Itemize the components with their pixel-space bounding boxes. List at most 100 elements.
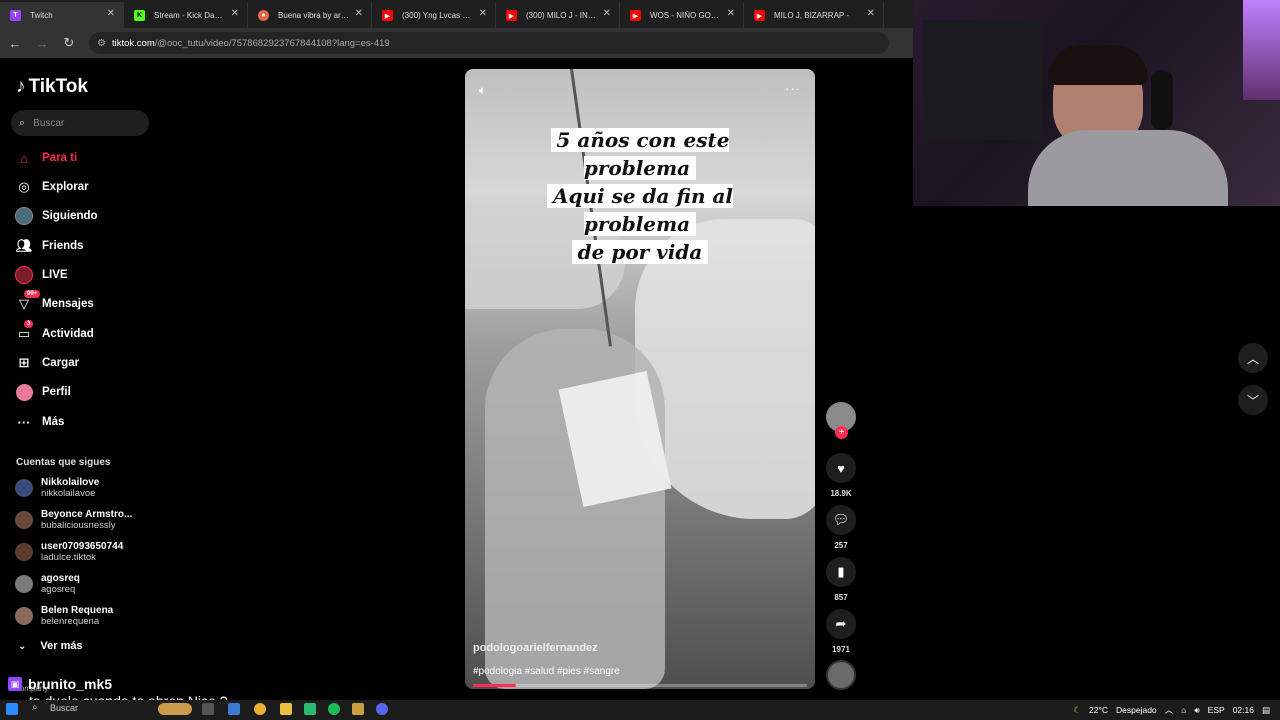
taskbar-search-input[interactable]: Buscar xyxy=(50,703,78,713)
sidebar-item-label: Perfil xyxy=(42,386,71,398)
account-handle: agosreq xyxy=(41,584,76,595)
spotify-icon[interactable] xyxy=(328,703,340,715)
sidebar-item-para-ti[interactable]: ⌂ Para ti xyxy=(14,147,77,169)
account-name: Belen Requena xyxy=(41,605,114,616)
forward-icon[interactable]: → xyxy=(30,31,54,55)
caption-line: de por vida xyxy=(571,240,709,264)
app-icon[interactable] xyxy=(304,703,316,715)
sidebar-item-cargar[interactable]: ⊞ Cargar xyxy=(14,352,80,374)
reload-icon[interactable]: ↻ xyxy=(57,31,81,55)
comment-button[interactable]: 💬︎ 257 xyxy=(826,505,856,550)
comment-count: 257 xyxy=(834,541,848,550)
volume-tray-icon[interactable]: 🔊︎ xyxy=(1194,705,1199,716)
following-account[interactable]: Beyonce Armstro... bubaliciousnessly xyxy=(15,509,132,531)
system-tray: ☾ 22°C Despejado ︿ ⌂ 🔊︎ ESP 02:16 ▤ xyxy=(1065,700,1270,720)
account-handle: bubaliciousnessly xyxy=(41,520,116,531)
close-tab-icon[interactable]: ✕ xyxy=(355,8,363,19)
heart-icon: ♥ xyxy=(826,453,856,483)
author-avatar-button[interactable]: + xyxy=(826,402,856,439)
browser-tab[interactable]: ● Buena vibra by arturo ✕ xyxy=(248,2,372,28)
account-name: Beyonce Armstro... xyxy=(41,509,133,520)
browser-tab[interactable]: ▶ (300) Yng Lvcas & Pe ✕ xyxy=(372,2,496,28)
more-options-icon[interactable]: ··· xyxy=(785,81,801,96)
video-hashtags[interactable]: #podologia #salud #pies #sangre xyxy=(473,666,620,677)
following-account[interactable]: user07093650744 ladulce.tiktok xyxy=(15,541,123,563)
clock[interactable]: 02:16 xyxy=(1233,705,1254,715)
activity-icon: ▭ 3 xyxy=(14,320,34,344)
url-domain: tiktok.com xyxy=(111,37,155,49)
close-tab-icon[interactable]: ✕ xyxy=(107,8,115,19)
sidebar-item-siguiendo[interactable]: Siguiendo xyxy=(14,205,98,227)
network-icon[interactable]: ⌂ xyxy=(1181,705,1186,715)
following-account[interactable]: agosreq agosreq xyxy=(15,573,80,595)
friends-icon: 👥︎ xyxy=(15,238,33,253)
notifications-icon[interactable]: ▤ xyxy=(1262,705,1270,716)
search-input[interactable]: ⌕ Buscar xyxy=(11,110,149,136)
following-account[interactable]: Belen Requena belenrequena xyxy=(15,605,113,627)
sidebar-item-mensajes[interactable]: ▽ 99+ Mensajes xyxy=(14,290,94,315)
file-explorer-icon[interactable] xyxy=(280,703,292,715)
download-icon[interactable] xyxy=(352,703,364,715)
browser-tab[interactable]: ▶ WOS - NIÑO GORDO ✕ xyxy=(620,2,744,28)
store-icon[interactable] xyxy=(228,703,240,715)
music-disc-icon xyxy=(826,660,856,690)
sidebar-item-friends[interactable]: 👥︎ Friends xyxy=(14,235,84,257)
video-progress-bar[interactable] xyxy=(473,684,807,687)
see-more-button[interactable]: ⌄ Ver más xyxy=(18,640,83,652)
tab-title: (300) MILO J - INTRO xyxy=(526,10,597,20)
sidebar-item-perfil[interactable]: Perfil xyxy=(14,381,71,403)
twitch-icon: ▣ xyxy=(8,677,22,691)
browser-tab[interactable]: ▶ MILO J, BIZARRAP - ✕ xyxy=(744,2,884,28)
close-tab-icon[interactable]: ✕ xyxy=(603,8,611,19)
logo-text: TikTok xyxy=(28,76,88,97)
following-account[interactable]: Nikkolailove nikkolailavoe xyxy=(15,477,99,499)
upload-icon: ⊞ xyxy=(18,355,30,370)
sidebar-item-actividad[interactable]: ▭ 3 Actividad xyxy=(14,320,94,345)
following-avatar-icon xyxy=(14,206,34,226)
avatar xyxy=(15,479,33,497)
search-icon: ⌕ xyxy=(19,116,26,129)
share-count: 1971 xyxy=(832,645,850,654)
close-tab-icon[interactable]: ✕ xyxy=(727,8,735,19)
caption-line: 5 años con este problema xyxy=(550,128,730,180)
weather-temp[interactable]: 22°C xyxy=(1089,705,1108,715)
account-handle: nikkolailavoe xyxy=(41,488,96,499)
url-field[interactable]: ⚙ tiktok.com/@ooc_tutu/video/75786829237… xyxy=(89,32,889,54)
taskbar-search-icon[interactable]: ⌕ xyxy=(32,702,44,714)
music-tab-icon: ● xyxy=(258,10,269,21)
back-icon[interactable]: ← xyxy=(3,31,27,55)
widgets-icon[interactable] xyxy=(158,703,192,715)
site-info-icon[interactable]: ⚙ xyxy=(97,38,106,49)
task-view-icon[interactable] xyxy=(202,703,214,715)
next-video-button[interactable]: ﹀ xyxy=(1238,385,1268,415)
discord-icon[interactable] xyxy=(376,703,388,715)
account-name: user07093650744 xyxy=(41,541,124,552)
sidebar-item-explorar[interactable]: ◎ Explorar xyxy=(14,176,88,198)
language-indicator[interactable]: ESP xyxy=(1208,705,1225,715)
chrome-icon[interactable] xyxy=(254,703,266,715)
save-button[interactable]: ▮ 857 xyxy=(826,557,856,602)
browser-tab[interactable]: ▶ (300) MILO J - INTRO ✕ xyxy=(496,2,620,28)
music-disc-button[interactable] xyxy=(826,660,856,690)
volume-icon[interactable]: 🔈︎ xyxy=(479,83,486,98)
browser-tab[interactable]: K Stream - Kick Dashbo ✕ xyxy=(124,2,248,28)
browser-tab[interactable]: T Twitch ✕ xyxy=(0,2,124,28)
weather-desc[interactable]: Despejado xyxy=(1116,705,1157,715)
sidebar-item-mas[interactable]: ··· Más xyxy=(14,411,65,433)
share-button[interactable]: ➦ 1971 xyxy=(826,609,856,654)
close-tab-icon[interactable]: ✕ xyxy=(231,8,239,19)
windows-start-icon[interactable] xyxy=(6,703,18,715)
account-name: Nikkolailove xyxy=(41,477,100,488)
like-button[interactable]: ♥ 18.9K xyxy=(826,453,856,498)
video-player[interactable]: 🔈︎ ··· 5 años con este problema Aqui se … xyxy=(465,69,815,689)
previous-video-button[interactable]: ︿ xyxy=(1238,343,1268,373)
close-tab-icon[interactable]: ✕ xyxy=(479,8,487,19)
tray-chevron-icon[interactable]: ︿ xyxy=(1165,704,1174,716)
tiktok-logo[interactable]: ♪ TikTok xyxy=(16,76,88,98)
follow-plus-icon[interactable]: + xyxy=(835,426,848,439)
close-tab-icon[interactable]: ✕ xyxy=(867,8,875,19)
messages-icon: ▽ 99+ xyxy=(14,290,41,314)
sidebar-item-live[interactable]: LIVE xyxy=(14,264,68,286)
video-author[interactable]: podologoarielfernandez xyxy=(473,642,598,654)
more-icon: ··· xyxy=(17,414,31,430)
